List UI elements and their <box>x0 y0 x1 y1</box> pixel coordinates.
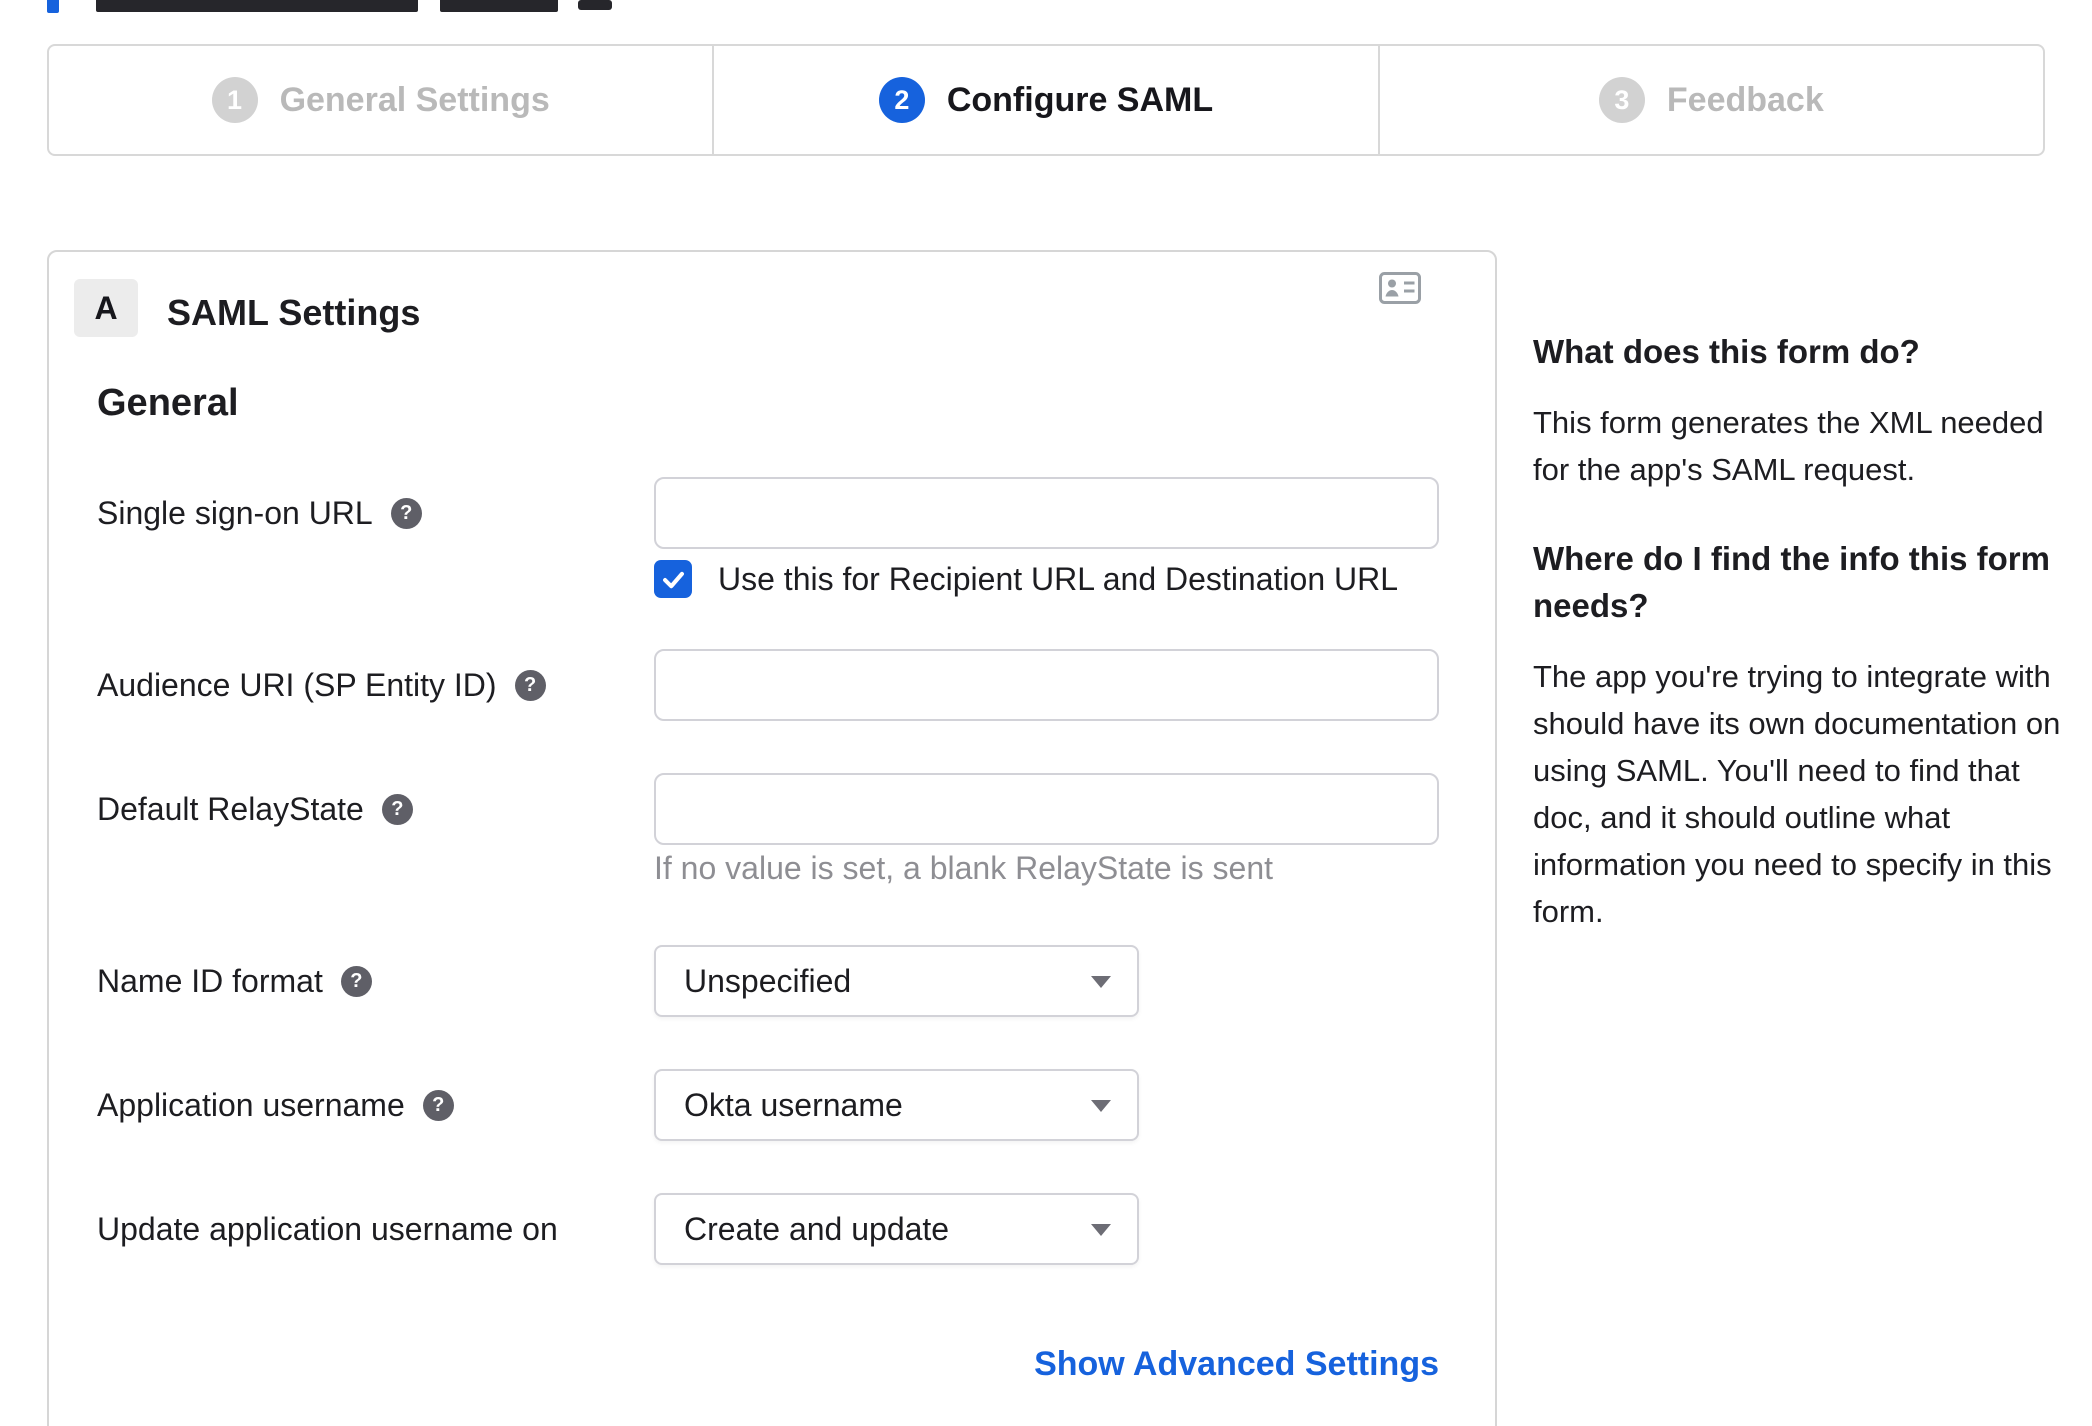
relay-state-label-row: Default RelayState ? <box>97 789 413 829</box>
application-username-label-row: Application username ? <box>97 1085 454 1125</box>
update-app-username-label: Update application username on <box>97 1210 558 1247</box>
chevron-down-icon <box>1091 976 1111 988</box>
name-id-format-label-row: Name ID format ? <box>97 961 372 1001</box>
application-username-select[interactable]: Okta username <box>654 1069 1139 1141</box>
sidebar-heading: What does this form do? <box>1533 333 1920 370</box>
show-advanced-settings-link[interactable]: Show Advanced Settings <box>654 1345 1439 1384</box>
contact-card-icon[interactable] <box>1379 272 1421 304</box>
application-username-label: Application username <box>97 1086 405 1123</box>
update-app-username-select[interactable]: Create and update <box>654 1193 1139 1265</box>
recipient-url-checkbox-row: Use this for Recipient URL and Destinati… <box>654 560 1398 598</box>
clipped-header-blue-mark <box>47 0 59 13</box>
configure-saml-page: 1 General Settings 2 Configure SAML 3 Fe… <box>0 0 2092 1426</box>
sidebar-paragraph: This form generates the XML needed for t… <box>1533 405 2044 487</box>
help-icon[interactable]: ? <box>340 965 372 997</box>
name-id-format-select[interactable]: Unspecified <box>654 945 1139 1017</box>
audience-uri-input[interactable] <box>654 649 1439 721</box>
step-label: Configure SAML <box>946 80 1214 119</box>
sidebar-heading: Where do I find the info this form needs… <box>1533 540 2050 624</box>
sidebar-paragraph: The app you're trying to integrate with … <box>1533 659 2061 929</box>
step-number-badge: 1 <box>211 77 258 123</box>
wizard-stepper: 1 General Settings 2 Configure SAML 3 Fe… <box>47 44 2045 156</box>
section-title: SAML Settings <box>167 292 421 333</box>
help-icon[interactable]: ? <box>514 669 546 701</box>
help-icon[interactable]: ? <box>390 497 422 529</box>
single-sign-on-url-input[interactable] <box>654 477 1439 549</box>
help-icon[interactable]: ? <box>422 1089 454 1121</box>
step-number-badge: 3 <box>1598 77 1645 123</box>
step-general-settings[interactable]: 1 General Settings <box>49 46 712 154</box>
sso-url-label-row: Single sign-on URL ? <box>97 493 422 533</box>
checkmark-icon <box>662 571 684 588</box>
saml-settings-panel: A SAML Settings General Single sign-on U… <box>47 250 1497 1426</box>
step-label: Feedback <box>1666 80 1824 119</box>
clipped-header-logo <box>578 0 612 10</box>
default-relay-state-input[interactable] <box>654 773 1439 845</box>
chevron-down-icon <box>1091 1224 1111 1236</box>
update-app-username-label-row: Update application username on <box>97 1209 558 1249</box>
step-feedback[interactable]: 3 Feedback <box>1377 46 2043 154</box>
help-sidebar: What does this form do? This form genera… <box>1533 328 2078 977</box>
audience-uri-label: Audience URI (SP Entity ID) <box>97 666 497 703</box>
sso-url-label: Single sign-on URL <box>97 494 373 531</box>
name-id-format-label: Name ID format <box>97 962 323 999</box>
relay-state-helper-text: If no value is set, a blank RelayState i… <box>654 850 1273 886</box>
recipient-url-checkbox[interactable] <box>654 560 692 598</box>
recipient-url-checkbox-label: Use this for Recipient URL and Destinati… <box>718 560 1399 597</box>
step-number-badge: 2 <box>878 77 925 123</box>
step-configure-saml[interactable]: 2 Configure SAML <box>712 46 1377 154</box>
clipped-header-text <box>440 0 558 12</box>
chevron-down-icon <box>1091 1100 1111 1112</box>
name-id-format-value: Unspecified <box>684 962 852 999</box>
group-heading: General <box>97 382 239 424</box>
section-badge: A <box>74 279 138 337</box>
step-label: General Settings <box>279 80 550 119</box>
application-username-value: Okta username <box>684 1086 903 1123</box>
relay-state-label: Default RelayState <box>97 790 364 827</box>
clipped-header-text <box>96 0 418 12</box>
help-icon[interactable]: ? <box>381 793 413 825</box>
audience-uri-label-row: Audience URI (SP Entity ID) ? <box>97 665 546 705</box>
update-app-username-value: Create and update <box>684 1210 950 1247</box>
